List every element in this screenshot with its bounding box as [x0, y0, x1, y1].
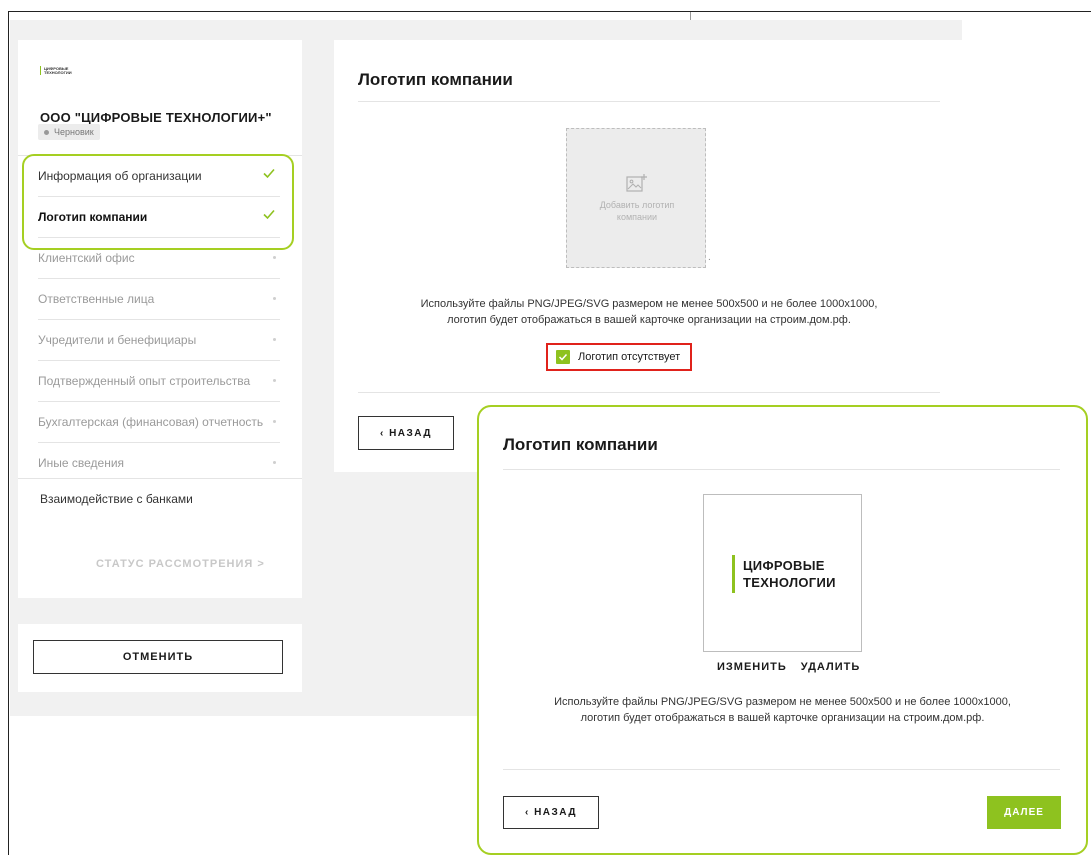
sidebar-item-responsible-persons[interactable]: Ответственные лица	[38, 279, 280, 320]
no-logo-checkbox[interactable]: Логотип отсутствует	[546, 343, 692, 371]
cancel-panel: ОТМЕНИТЬ	[18, 624, 302, 692]
hint-line: логотип будет отображаться в вашей карто…	[580, 712, 985, 724]
frame-top-border	[8, 11, 1091, 12]
page-title: Логотип компании	[358, 70, 513, 89]
sidebar-item-label: Иные сведения	[38, 456, 125, 470]
pending-dot-icon	[273, 256, 276, 259]
title-divider	[358, 101, 940, 102]
nav-highlight-annotation	[22, 154, 294, 250]
sidebar-item-label: Ответственные лица	[38, 292, 155, 306]
sidebar-divider	[18, 478, 302, 479]
sidebar-item-label: Бухгалтерская (финансовая) отчетность	[38, 415, 264, 429]
hint-line: Используйте файлы PNG/JPEG/SVG размером …	[420, 298, 878, 310]
logo-upload-dropzone[interactable]: Добавить логотип компании	[566, 128, 706, 268]
pending-dot-icon	[273, 461, 276, 464]
sidebar-item-other-info[interactable]: Иные сведения	[38, 443, 280, 483]
logo-actions: ИЗМЕНИТЬ УДАЛИТЬ	[717, 661, 874, 673]
frame-left-border	[8, 11, 9, 855]
sidebar-item-construction-experience[interactable]: Подтвержденный опыт строительства	[38, 361, 280, 402]
review-status-link[interactable]: СТАТУС РАССМОТРЕНИЯ >	[96, 558, 265, 570]
back-button[interactable]: ‹ НАЗАД	[503, 796, 599, 829]
company-logo-small: ЦИФРОВЫЕ ТЕХНОЛОГИИ	[40, 65, 72, 75]
organization-name: ООО "ЦИФРОВЫЕ ТЕХНОЛОГИИ+"	[40, 110, 272, 125]
pending-dot-icon	[273, 420, 276, 423]
pending-dot-icon	[273, 297, 276, 300]
checkbox-checked-icon	[556, 350, 570, 364]
upload-label: Добавить логотип компании	[599, 200, 675, 222]
logo-accent-bar	[40, 66, 41, 75]
sidebar-item-banks[interactable]: Взаимодействие с банками	[40, 492, 193, 506]
sidebar-item-financial-reports[interactable]: Бухгалтерская (финансовая) отчетность	[38, 402, 280, 443]
next-button[interactable]: ДАЛЕЕ	[987, 796, 1061, 829]
overlay-title: Логотип компании	[503, 435, 658, 454]
sidebar-item-label: Учредители и бенефициары	[38, 333, 197, 347]
no-logo-label: Логотип отсутствует	[578, 351, 681, 363]
footer-divider	[358, 392, 940, 393]
file-requirements-hint: Используйте файлы PNG/JPEG/SVG размером …	[384, 296, 914, 328]
sidebar: ЦИФРОВЫЕ ТЕХНОЛОГИИ ООО "ЦИФРОВЫЕ ТЕХНОЛ…	[18, 40, 302, 598]
sidebar-item-label: Клиентский офис	[38, 251, 135, 265]
logo-small-text: ЦИФРОВЫЕ ТЕХНОЛОГИИ	[44, 65, 72, 75]
logo-text-line: ЦИФРОВЫЕ	[743, 558, 825, 573]
change-logo-button[interactable]: ИЗМЕНИТЬ	[717, 661, 787, 673]
logo-accent-bar	[732, 555, 735, 593]
footer-divider	[503, 769, 1060, 770]
hint-line: Используйте файлы PNG/JPEG/SVG размером …	[554, 696, 1011, 708]
pending-dot-icon	[273, 379, 276, 382]
sidebar-item-founders[interactable]: Учредители и бенефициары	[38, 320, 280, 361]
hint-line: логотип будет отображаться в вашей карто…	[447, 314, 851, 326]
pending-dot-icon	[273, 338, 276, 341]
logo-text-line: ТЕХНОЛОГИИ	[743, 575, 836, 590]
status-badge: Черновик	[38, 124, 100, 140]
add-image-icon	[626, 173, 648, 198]
delete-logo-button[interactable]: УДАЛИТЬ	[801, 661, 860, 673]
logo-preview: ЦИФРОВЫЕ ТЕХНОЛОГИИ	[703, 494, 862, 652]
status-badge-label: Черновик	[54, 127, 94, 137]
stray-mark: .	[708, 252, 711, 263]
title-divider	[503, 469, 1060, 470]
sidebar-item-label: Подтвержденный опыт строительства	[38, 374, 251, 388]
back-button[interactable]: ‹ НАЗАД	[358, 416, 454, 450]
cancel-button[interactable]: ОТМЕНИТЬ	[33, 640, 283, 674]
status-dot-icon	[44, 130, 49, 136]
logo-card-overlay: Логотип компании ЦИФРОВЫЕ ТЕХНОЛОГИИ ИЗМ…	[477, 405, 1088, 855]
file-requirements-hint: Используйте файлы PNG/JPEG/SVG размером …	[529, 694, 1036, 726]
